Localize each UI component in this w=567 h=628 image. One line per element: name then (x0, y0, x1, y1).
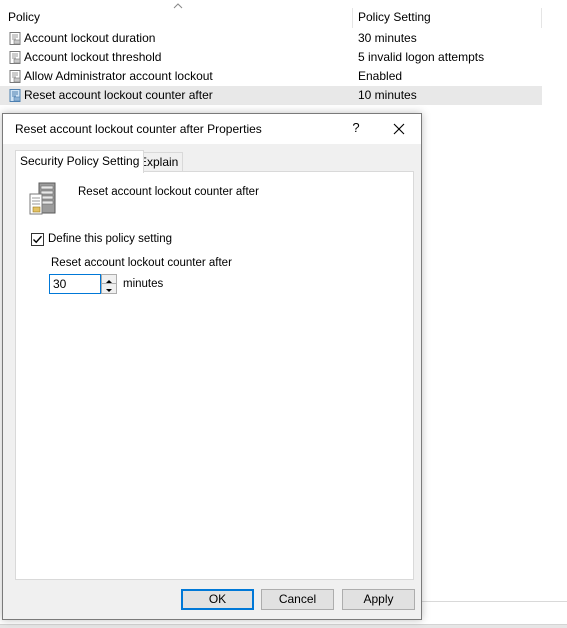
policy-doc-icon (9, 89, 21, 102)
policy-name-label: Reset account lockout counter after (78, 186, 259, 198)
policy-name: Allow Administrator account lockout (24, 69, 213, 83)
policy-doc-icon (9, 32, 21, 45)
caret-down-icon (106, 289, 112, 292)
policy-name: Account lockout duration (24, 31, 156, 45)
tab-panel: Reset account lockout counter after Defi… (15, 171, 414, 580)
column-divider[interactable] (541, 8, 542, 28)
policy-setting-value: 5 invalid logon attempts (358, 50, 485, 64)
apply-button[interactable]: Apply (342, 589, 415, 610)
list-header: Policy Policy Setting (0, 6, 567, 28)
checkmark-icon (33, 235, 43, 244)
spin-down-button[interactable] (102, 284, 116, 293)
define-policy-label: Define this policy setting (48, 233, 173, 245)
policy-setting-value: 10 minutes (358, 88, 417, 102)
column-header-policy-setting[interactable]: Policy Setting (358, 6, 431, 28)
table-row[interactable]: Account lockout duration 30 minutes (0, 29, 542, 48)
lockout-counter-stepper (101, 274, 117, 294)
policy-setting-value: 30 minutes (358, 31, 417, 45)
policy-doc-icon (9, 70, 21, 83)
spin-up-button[interactable] (102, 275, 116, 284)
policy-name: Account lockout threshold (24, 50, 162, 64)
table-row[interactable]: Account lockout threshold 5 invalid logo… (0, 48, 542, 67)
column-header-policy[interactable]: Policy (8, 6, 40, 28)
table-row[interactable]: Allow Administrator account lockout Enab… (0, 67, 542, 86)
lockout-counter-input[interactable]: 30 (49, 274, 101, 294)
define-policy-checkbox[interactable] (31, 233, 44, 246)
policy-setting-value: Enabled (358, 69, 403, 83)
dialog-titlebar[interactable]: Reset account lockout counter after Prop… (3, 114, 421, 144)
tab-strip: Security Policy Setting Explain (3, 150, 421, 173)
properties-dialog: Reset account lockout counter after Prop… (2, 113, 422, 620)
server-policy-icon (29, 182, 56, 215)
policy-name: Reset account lockout counter after (24, 88, 213, 102)
policy-doc-icon (9, 51, 21, 64)
column-divider[interactable] (352, 8, 353, 28)
unit-label: minutes (123, 278, 164, 290)
tab-security-policy-setting[interactable]: Security Policy Setting (15, 150, 145, 173)
dialog-title: Reset account lockout counter after Prop… (15, 122, 262, 136)
lockout-counter-label: Reset account lockout counter after (51, 257, 232, 269)
status-bar (0, 624, 567, 628)
close-icon[interactable] (389, 119, 409, 139)
divider (421, 601, 567, 602)
cancel-button[interactable]: Cancel (261, 589, 334, 610)
ok-button[interactable]: OK (181, 589, 254, 610)
help-button[interactable]: ? (348, 119, 364, 137)
table-row-selected[interactable]: Reset account lockout counter after 10 m… (0, 86, 542, 105)
